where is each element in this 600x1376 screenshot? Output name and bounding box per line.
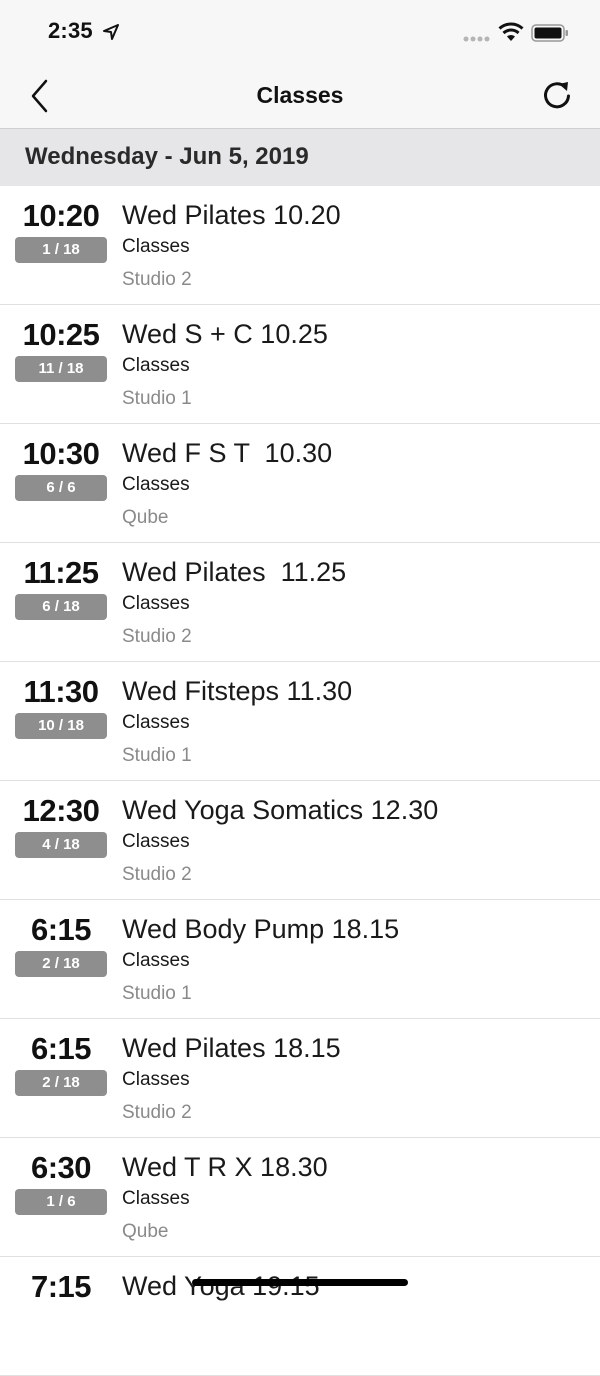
class-room: Studio 1 xyxy=(122,745,192,766)
class-room: Qube xyxy=(122,507,169,528)
class-name: Wed T R X 18.30 xyxy=(122,1152,328,1182)
class-time: 10:20 xyxy=(22,198,100,233)
class-type: Classes xyxy=(122,950,190,971)
class-time: 11:30 xyxy=(23,674,99,709)
class-name: Wed Fitsteps 11.30 xyxy=(122,676,353,706)
class-type: Classes xyxy=(122,236,190,257)
availability-badge: 2 / 18 xyxy=(15,1070,107,1096)
refresh-icon[interactable] xyxy=(540,78,574,112)
class-time: 11:25 xyxy=(23,555,99,590)
class-row[interactable]: 10:30 6 / 6 Wed F S T 10.30 Classes Qube xyxy=(0,424,600,543)
availability-badge: 10 / 18 xyxy=(15,713,107,739)
availability-badge: 1 / 18 xyxy=(15,237,107,263)
class-row[interactable]: 12:30 4 / 18 Wed Yoga Somatics 12.30 Cla… xyxy=(0,781,600,900)
wifi-icon xyxy=(498,22,524,41)
class-row[interactable]: 7:15 Wed Yoga 19.15 xyxy=(0,1257,600,1376)
class-name: Wed S + C 10.25 xyxy=(122,319,328,349)
class-name: Wed Yoga Somatics 12.30 xyxy=(122,795,439,825)
class-room: Studio 2 xyxy=(122,1102,192,1123)
page-title: Classes xyxy=(256,82,344,108)
location-arrow-icon xyxy=(103,24,119,40)
class-name: Wed Body Pump 18.15 xyxy=(122,914,400,944)
class-room: Studio 1 xyxy=(122,983,192,1004)
class-time: 6:15 xyxy=(30,1031,92,1066)
class-row[interactable]: 6:15 2 / 18 Wed Pilates 18.15 Classes St… xyxy=(0,1019,600,1138)
class-room: Studio 2 xyxy=(122,269,192,290)
availability-badge: 6 / 6 xyxy=(15,475,107,501)
class-name: Wed Yoga 19.15 xyxy=(122,1271,320,1301)
availability-badge: 1 / 6 xyxy=(15,1189,107,1215)
class-time: 7:15 xyxy=(30,1269,92,1304)
class-type: Classes xyxy=(122,474,190,495)
class-room: Studio 2 xyxy=(122,626,192,647)
class-type: Classes xyxy=(122,1069,190,1090)
class-type: Classes xyxy=(122,1188,190,1209)
cellular-signal-icon xyxy=(463,36,490,42)
class-time: 10:25 xyxy=(22,317,100,352)
class-time: 6:15 xyxy=(30,912,92,947)
availability-badge: 2 / 18 xyxy=(15,951,107,977)
class-room: Studio 1 xyxy=(122,388,192,409)
availability-badge: 4 / 18 xyxy=(15,832,107,858)
class-type: Classes xyxy=(122,712,190,733)
class-name: Wed Pilates 18.15 xyxy=(122,1033,341,1063)
class-row[interactable]: 10:20 1 / 18 Wed Pilates 10.20 Classes S… xyxy=(0,186,600,305)
status-time: 2:35 xyxy=(48,18,93,43)
class-type: Classes xyxy=(122,593,190,614)
class-time: 12:30 xyxy=(22,793,100,828)
class-row[interactable]: 10:25 11 / 18 Wed S + C 10.25 Classes St… xyxy=(0,305,600,424)
nav-bar: Classes xyxy=(0,64,600,129)
home-indicator[interactable] xyxy=(192,1279,408,1286)
class-time: 6:30 xyxy=(30,1150,92,1185)
date-header-label: Wednesday - Jun 5, 2019 xyxy=(25,143,309,170)
availability-badge: 6 / 18 xyxy=(15,594,107,620)
class-list: 10:20 1 / 18 Wed Pilates 10.20 Classes S… xyxy=(0,186,600,1376)
class-room: Qube xyxy=(122,1221,169,1242)
class-name: Wed Pilates 10.20 xyxy=(122,200,341,230)
class-type: Classes xyxy=(122,355,190,376)
date-section-header: Wednesday - Jun 5, 2019 xyxy=(0,129,600,186)
class-row[interactable]: 11:30 10 / 18 Wed Fitsteps 11.30 Classes… xyxy=(0,662,600,781)
class-type: Classes xyxy=(122,831,190,852)
class-name: Wed F S T 10.30 xyxy=(122,438,333,468)
class-row[interactable]: 6:15 2 / 18 Wed Body Pump 18.15 Classes … xyxy=(0,900,600,1019)
class-row[interactable]: 11:25 6 / 18 Wed Pilates 11.25 Classes S… xyxy=(0,543,600,662)
class-time: 10:30 xyxy=(22,436,100,471)
class-name: Wed Pilates 11.25 xyxy=(122,557,347,587)
class-room: Studio 2 xyxy=(122,864,192,885)
class-row[interactable]: 6:30 1 / 6 Wed T R X 18.30 Classes Qube xyxy=(0,1138,600,1257)
availability-badge: 11 / 18 xyxy=(15,356,107,382)
status-bar: 2:35 xyxy=(0,0,600,64)
battery-icon xyxy=(531,24,568,42)
